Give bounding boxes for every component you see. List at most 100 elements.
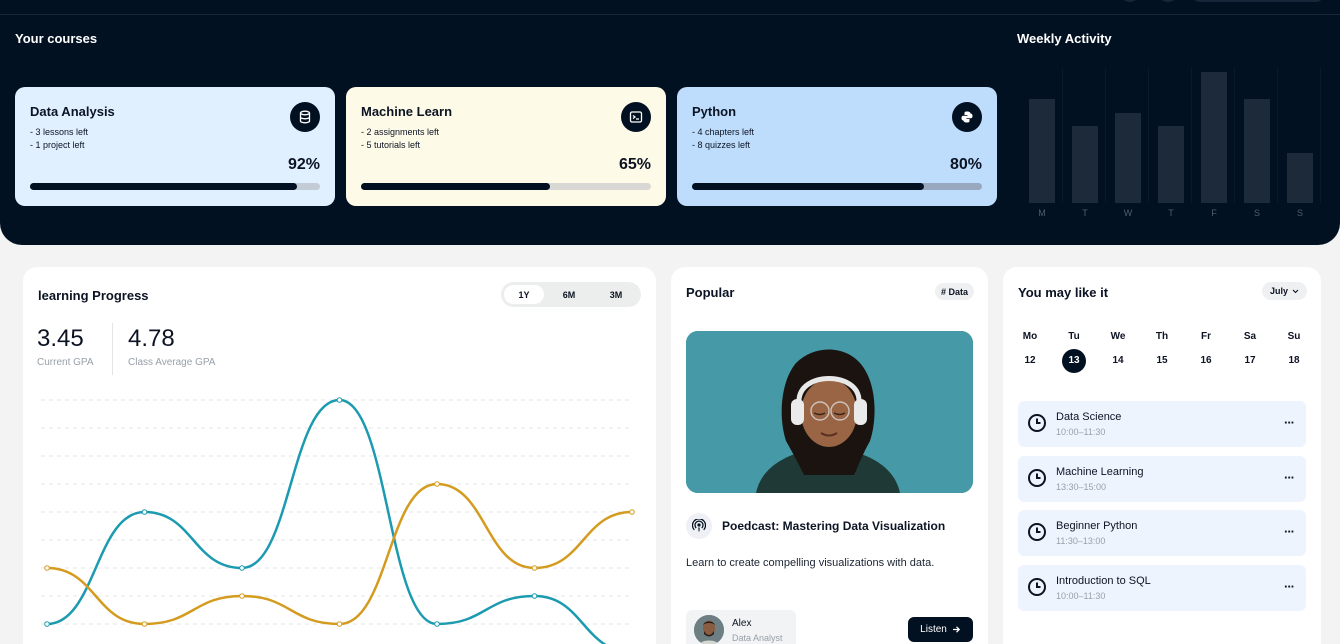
weekly-gridline <box>1062 68 1063 203</box>
clock-icon <box>1028 469 1046 487</box>
header-divider <box>0 14 1340 15</box>
learning-progress-card: learning Progress 1Y 6M 3M 3.45 Current … <box>23 267 656 644</box>
author-chip[interactable]: Alex Data Analyst <box>686 610 796 644</box>
calendar-date[interactable]: 14 <box>1106 349 1130 373</box>
chart-point[interactable] <box>141 509 148 515</box>
more-options-icon[interactable]: ··· <box>1284 470 1295 485</box>
avatar <box>694 615 724 644</box>
clock-icon <box>1028 414 1046 432</box>
course-progress-fill <box>361 183 550 190</box>
chart-point[interactable] <box>336 621 343 627</box>
calendar-day-name: Sa <box>1243 331 1257 342</box>
calendar-date[interactable]: 15 <box>1150 349 1174 373</box>
weekly-activity-bar <box>1072 126 1098 203</box>
you-may-like-card: You may like it July Mo 12 Tu 13 We 14 Th 15 Fr 1… <box>1003 267 1321 644</box>
course-card-data-analysis[interactable]: Data Analysis - 3 lessons left - 1 proje… <box>15 87 335 206</box>
event-item[interactable]: Beginner Python 11:30–13:00 ··· <box>1018 510 1306 556</box>
current-gpa-label: Current GPA <box>37 357 94 368</box>
python-icon <box>952 102 982 132</box>
weekly-day-label: S <box>1253 208 1260 218</box>
course-progress-bar <box>692 183 982 190</box>
podcast-title[interactable]: Poedcast: Mastering Data Visualization <box>722 519 945 533</box>
calendar-day-name: Su <box>1287 331 1301 342</box>
event-time: 10:00–11:30 <box>1056 427 1106 437</box>
learning-progress-title: learning Progress <box>38 288 149 303</box>
weekly-activity-title: Weekly Activity <box>1017 31 1112 46</box>
event-item[interactable]: Introduction to SQL 10:00–11:30 ··· <box>1018 565 1306 611</box>
calendar-date[interactable]: 12 <box>1018 349 1042 373</box>
month-value: July <box>1269 286 1288 296</box>
event-title: Data Science <box>1056 411 1122 423</box>
chart-point[interactable] <box>434 621 440 627</box>
event-time: 10:00–11:30 <box>1056 591 1106 601</box>
event-item[interactable]: Machine Learning 13:30–15:00 ··· <box>1018 456 1306 502</box>
chart-point[interactable] <box>141 621 148 627</box>
weekly-activity-bar <box>1029 99 1055 203</box>
weekly-gridline <box>1234 68 1235 203</box>
course-detail: - 5 tutorials left <box>361 140 421 150</box>
range-3m-button[interactable]: 3M <box>596 285 636 304</box>
calendar-day-name: Fr <box>1201 331 1211 342</box>
listen-button[interactable]: Listen <box>908 617 973 642</box>
weekly-gridline <box>1191 68 1192 203</box>
settings-button[interactable] <box>1158 0 1178 2</box>
weekly-day-label: S <box>1296 208 1303 218</box>
popular-title: Popular <box>686 285 735 300</box>
chart-point[interactable] <box>531 565 538 571</box>
course-percent: 65% <box>618 156 651 173</box>
weekly-activity-bar <box>1115 113 1141 203</box>
weekly-gridline <box>1105 68 1106 203</box>
calendar-date[interactable]: 18 <box>1282 349 1306 373</box>
chart-point[interactable] <box>239 565 245 571</box>
more-options-icon[interactable]: ··· <box>1284 579 1295 594</box>
chart-point[interactable] <box>44 565 50 571</box>
author-role: Data Analyst <box>732 633 783 643</box>
range-selector: 1Y 6M 3M <box>501 282 641 307</box>
chart-point[interactable] <box>629 509 635 515</box>
month-dropdown[interactable]: July <box>1261 282 1307 300</box>
course-name: Machine Learn <box>361 104 453 119</box>
listen-label: Listen <box>920 624 947 635</box>
class-average-value: 4.78 <box>128 325 175 352</box>
chevron-down-icon <box>1292 289 1299 293</box>
chart-point[interactable] <box>434 481 440 487</box>
weekly-day-label: M <box>1038 208 1046 218</box>
calendar-date[interactable]: 16 <box>1194 349 1218 373</box>
range-6m-button[interactable]: 6M <box>549 285 589 304</box>
chart-point[interactable] <box>239 593 245 599</box>
course-card-python[interactable]: Python - 4 chapters left - 8 quizzes lef… <box>677 87 997 206</box>
calendar-day-name: Mo <box>1022 331 1038 342</box>
event-item[interactable]: Data Science 10:00–11:30 ··· <box>1018 401 1306 447</box>
search-input[interactable] <box>1192 0 1324 2</box>
terminal-icon <box>621 102 651 132</box>
calendar-date[interactable]: 13 <box>1062 349 1086 373</box>
course-card-machine-learn[interactable]: Machine Learn - 2 assignments left - 5 t… <box>346 87 666 206</box>
course-detail: - 1 project left <box>30 140 85 150</box>
chart-point[interactable] <box>336 397 343 403</box>
weekly-gridline <box>1277 68 1278 203</box>
event-time: 11:30–13:00 <box>1056 536 1106 546</box>
calendar-date[interactable]: 17 <box>1238 349 1262 373</box>
you-may-like-title: You may like it <box>1018 285 1109 300</box>
notification-button[interactable] <box>1120 0 1140 2</box>
course-progress-fill <box>692 183 924 190</box>
category-tag[interactable]: # Data <box>934 283 974 300</box>
calendar-day-name: Th <box>1155 331 1169 342</box>
course-progress-fill <box>30 183 297 190</box>
more-options-icon[interactable]: ··· <box>1284 524 1295 539</box>
course-percent: 80% <box>949 156 982 173</box>
class-average-label: Class Average GPA <box>128 357 216 368</box>
chart-point[interactable] <box>531 593 538 599</box>
more-options-icon[interactable]: ··· <box>1284 415 1295 430</box>
calendar-day-name: Tu <box>1068 331 1080 342</box>
event-title: Machine Learning <box>1056 466 1144 478</box>
learning-progress-chart <box>41 397 635 644</box>
clock-icon <box>1028 523 1046 541</box>
courses-title: Your courses <box>15 31 98 46</box>
podcast-image <box>686 331 973 493</box>
arrow-right-icon <box>952 626 960 633</box>
course-percent: 92% <box>287 156 320 173</box>
courses-hero: Your courses Weekly Activity Data Analys… <box>0 0 1340 245</box>
range-1y-button[interactable]: 1Y <box>504 285 544 304</box>
chart-point[interactable] <box>44 621 50 627</box>
